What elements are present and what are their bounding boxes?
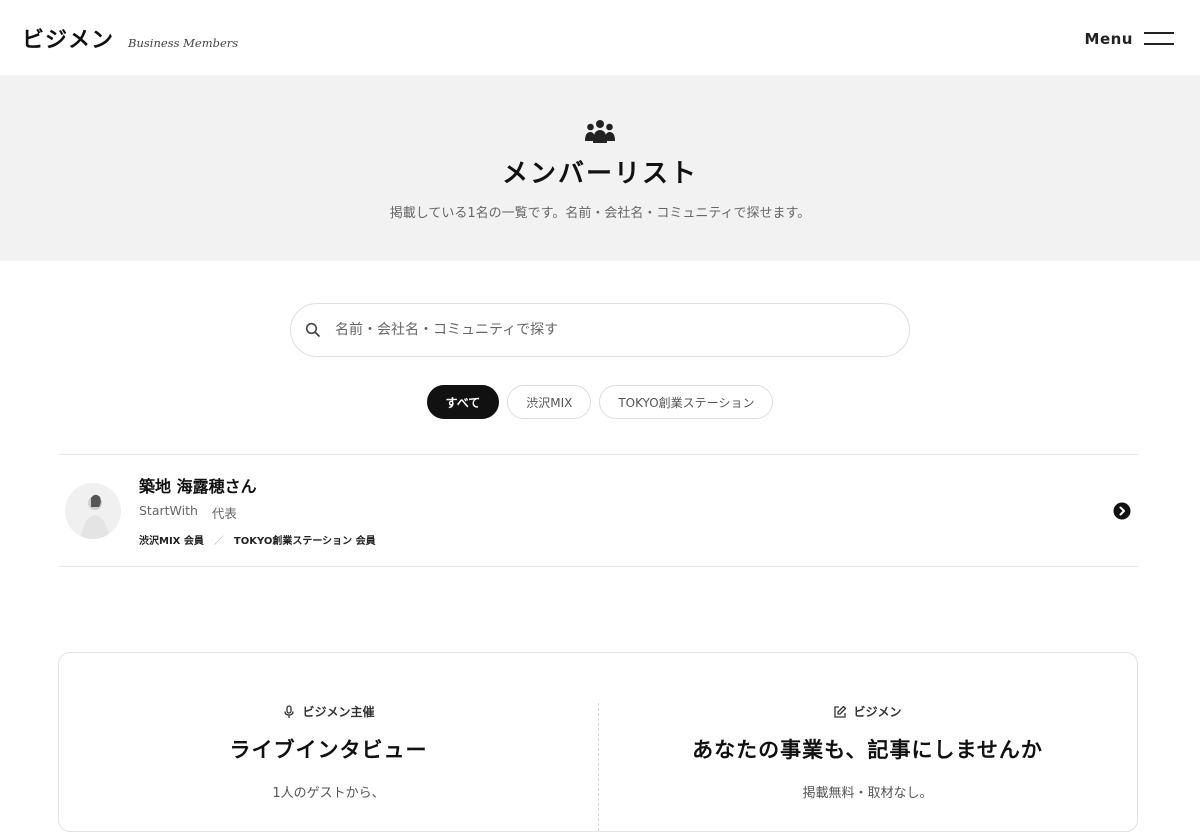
promo-text: 掲載無料・取材なし。 xyxy=(802,786,933,801)
member-card[interactable]: 築地 海露穂さん StartWith 代表 渋沢MIX 会員 ／ TOKYO創業… xyxy=(58,455,1138,566)
filter-chips: すべて 渋沢MIX TOKYO創業ステーション xyxy=(0,385,1200,419)
member-list: 築地 海露穂さん StartWith 代表 渋沢MIX 会員 ／ TOKYO創業… xyxy=(58,454,1138,567)
search-section xyxy=(0,303,1200,357)
site-header: ビジメン Business Members Menu xyxy=(0,0,1200,75)
site-tagline: Business Members xyxy=(128,35,239,50)
member-tag: 渋沢MIX 会員 xyxy=(139,535,204,547)
page-title: メンバーリスト xyxy=(501,159,698,189)
microphone-icon xyxy=(284,704,295,718)
menu-label: Menu xyxy=(1084,29,1133,48)
member-name[interactable]: 築地 海露穂さん xyxy=(139,473,376,497)
tag-separator: ／ xyxy=(213,535,224,547)
promo-kicker-label: ビジメン主催 xyxy=(302,705,375,719)
member-tags: 渋沢MIX 会員 ／ TOKYO創業ステーション 会員 xyxy=(139,532,376,547)
promo-live-interview[interactable]: ビジメン主催 ライブインタビュー 1人のゲストから、 xyxy=(59,653,598,831)
promo-kicker: ビジメン xyxy=(833,703,902,720)
promo-kicker-label: ビジメン xyxy=(853,705,902,719)
promo-article[interactable]: ビジメン あなたの事業も、記事にしませんか 掲載無料・取材なし。 xyxy=(598,653,1137,831)
filter-shibusawa-mix[interactable]: 渋沢MIX xyxy=(507,385,592,419)
search-box[interactable] xyxy=(290,303,910,357)
brand[interactable]: ビジメン Business Members xyxy=(22,22,238,54)
promo-divider xyxy=(598,703,599,831)
member-tag: TOKYO創業ステーション 会員 xyxy=(233,535,376,547)
member-company: StartWith xyxy=(139,502,198,518)
promo-kicker: ビジメン主催 xyxy=(282,703,375,720)
member-role: 代表 xyxy=(211,505,237,521)
filter-all[interactable]: すべて xyxy=(426,385,500,419)
promo-panel: ビジメン主催 ライブインタビュー 1人のゲストから、 ビジメン あなたの事業も、… xyxy=(58,652,1138,832)
promo-text: 1人のゲストから、 xyxy=(272,786,385,801)
search-icon xyxy=(305,322,320,337)
hero: メンバーリスト 掲載している1名の一覧です。名前・会社名・コミュニティで探せます… xyxy=(0,75,1200,261)
member-company-line: StartWith 代表 xyxy=(139,503,376,522)
edit-icon xyxy=(834,705,847,718)
avatar xyxy=(65,482,121,539)
promo-title: ライブインタビュー xyxy=(229,738,428,762)
group-icon xyxy=(585,120,615,143)
filter-tokyo-sogyo-station[interactable]: TOKYO創業ステーション xyxy=(599,385,774,419)
chevron-right-circle-icon[interactable] xyxy=(1113,502,1131,520)
promo-title: あなたの事業も、記事にしませんか xyxy=(692,738,1043,762)
member-info: 築地 海露穂さん StartWith 代表 渋沢MIX 会員 ／ TOKYO創業… xyxy=(139,473,376,547)
site-logo[interactable]: ビジメン xyxy=(22,22,114,54)
menu-button[interactable]: Menu xyxy=(1085,30,1174,48)
search-input[interactable] xyxy=(333,321,909,339)
page-subtitle: 掲載している1名の一覧です。名前・会社名・コミュニティで探せます。 xyxy=(389,206,811,221)
hamburger-icon xyxy=(1144,32,1174,45)
